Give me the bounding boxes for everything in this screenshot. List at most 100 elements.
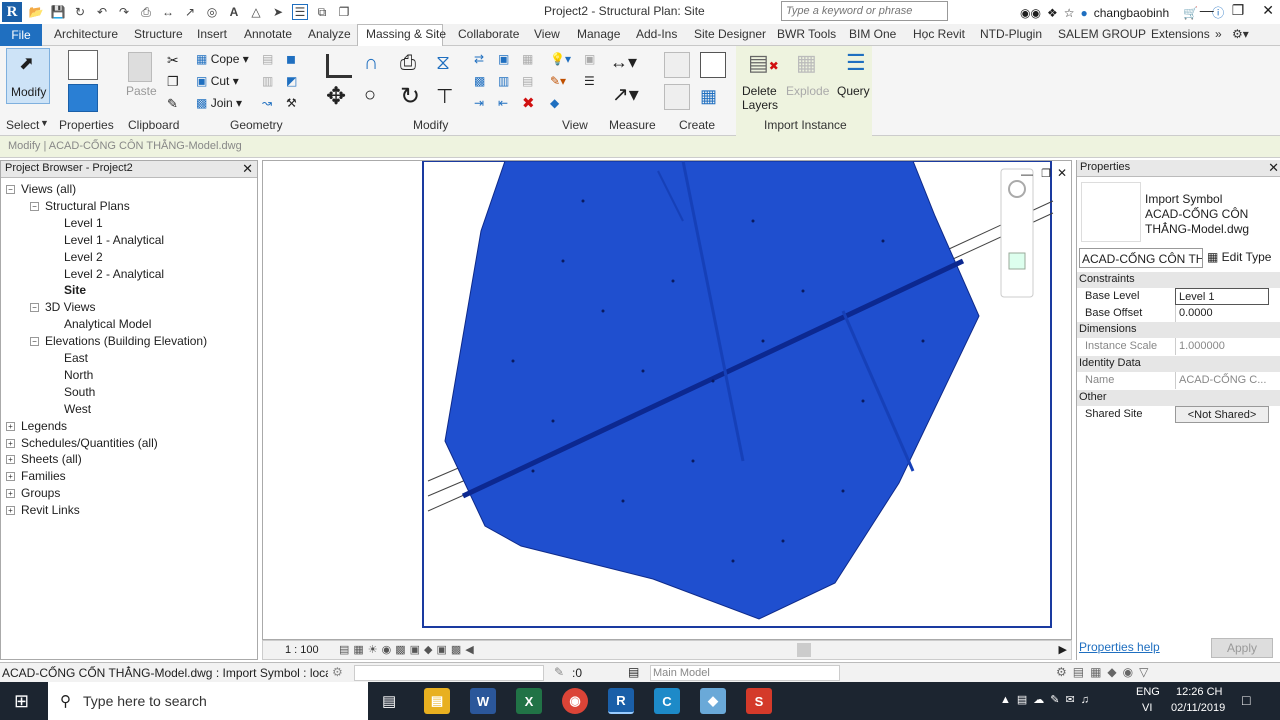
- language-indicator[interactable]: ENG: [1136, 686, 1160, 698]
- text-icon[interactable]: A: [226, 4, 242, 20]
- dimension-tool-icon[interactable]: ↗▾: [612, 82, 639, 107]
- tree-item[interactable]: Level 2 - Analytical: [64, 267, 164, 281]
- tab-extensions[interactable]: Extensions: [1151, 27, 1210, 41]
- topography-mesh[interactable]: [444, 161, 980, 620]
- split-icon[interactable]: ⇄: [474, 52, 484, 66]
- design-options-icon[interactable]: ▤: [628, 665, 639, 679]
- join-button[interactable]: ▩ Join ▾: [196, 96, 242, 110]
- edit-type-button[interactable]: ▦ Edit Type: [1207, 250, 1271, 264]
- tree-item[interactable]: West: [64, 402, 91, 416]
- cut-geometry-button[interactable]: ▣ Cut ▾: [196, 74, 239, 88]
- scale-icon[interactable]: ▩: [474, 74, 485, 88]
- excel-icon[interactable]: X: [516, 688, 542, 714]
- design-option-dropdown[interactable]: Main Model: [650, 665, 840, 681]
- properties-help-link[interactable]: Properties help: [1079, 640, 1160, 654]
- rotate-icon[interactable]: ↻: [400, 82, 420, 111]
- binoculars-icon[interactable]: ◉◉: [1020, 6, 1041, 20]
- override-icon[interactable]: ▣: [584, 52, 595, 66]
- view-scale[interactable]: 1 : 100: [285, 644, 319, 656]
- view-restore-icon[interactable]: ❐: [1041, 167, 1051, 180]
- type-properties-icon[interactable]: [68, 50, 98, 80]
- base-offset-field[interactable]: 0.0000: [1175, 305, 1269, 322]
- delete-icon[interactable]: ✖: [522, 94, 535, 112]
- file-explorer-icon[interactable]: ▤: [424, 688, 450, 714]
- measure-tool-icon[interactable]: ↔▾: [610, 52, 637, 73]
- type-selector[interactable]: ACAD-CỐNG CÔN TH: [1079, 248, 1203, 268]
- tag-icon[interactable]: ◎: [204, 4, 220, 20]
- tree-item[interactable]: Site: [64, 283, 86, 297]
- 3d-view-icon[interactable]: △: [248, 4, 264, 20]
- civil3d-icon[interactable]: C: [654, 688, 680, 714]
- query-icon[interactable]: ☰: [846, 50, 866, 76]
- thin-lines-icon[interactable]: ☰: [292, 4, 308, 20]
- tree-toggle-icon[interactable]: +: [6, 421, 15, 431]
- tab-massing-site[interactable]: Massing & Site: [366, 27, 446, 41]
- workset-icon[interactable]: ⚙: [332, 665, 343, 679]
- tree-toggle-icon[interactable]: −: [30, 303, 39, 313]
- move-icon[interactable]: ✥: [326, 82, 346, 111]
- tree-item[interactable]: Structural Plans: [45, 199, 130, 213]
- offset-icon[interactable]: ∩: [364, 52, 378, 75]
- tree-item[interactable]: Sheets (all): [21, 452, 82, 466]
- cope-button[interactable]: ▦ Cope ▾: [196, 52, 249, 66]
- view-minimize-icon[interactable]: —: [1021, 167, 1033, 181]
- paint-icon[interactable]: ◼: [286, 52, 296, 66]
- align-icon[interactable]: [326, 54, 352, 78]
- tab-annotate[interactable]: Annotate: [244, 27, 292, 41]
- zoom-icon[interactable]: [1008, 252, 1026, 270]
- tree-item[interactable]: Families: [21, 469, 66, 483]
- ime-indicator[interactable]: VI: [1142, 702, 1152, 714]
- taskbar-search[interactable]: ⚲ Type here to search: [48, 682, 368, 720]
- hammer-icon[interactable]: ⚒: [286, 96, 297, 110]
- search-input[interactable]: [781, 1, 948, 21]
- tab-site-designer[interactable]: Site Designer: [694, 27, 766, 41]
- filter-count-icon[interactable]: ✎: [554, 665, 564, 679]
- extend-icon[interactable]: ⇥: [474, 96, 484, 110]
- tab-analyze[interactable]: Analyze: [308, 27, 351, 41]
- close-browser-icon[interactable]: ✕: [242, 161, 253, 177]
- tab-bwr-tools[interactable]: BWR Tools: [777, 27, 836, 41]
- tab-structure[interactable]: Structure: [134, 27, 183, 41]
- linework-icon[interactable]: ✎▾: [550, 74, 566, 88]
- tab-manage[interactable]: Manage: [577, 27, 620, 41]
- paste-icon[interactable]: [128, 52, 152, 82]
- tree-item[interactable]: Elevations (Building Elevation): [45, 334, 207, 348]
- unpin-icon[interactable]: ▣: [498, 52, 509, 66]
- select-dropdown-icon[interactable]: ▼: [40, 118, 49, 128]
- tree-toggle-icon[interactable]: −: [30, 337, 39, 347]
- tree-item[interactable]: South: [64, 385, 95, 399]
- panel-select[interactable]: Select: [6, 118, 39, 132]
- section-identity[interactable]: Identity Data: [1077, 356, 1280, 372]
- mirror-axis-icon[interactable]: ⎙: [400, 52, 416, 75]
- view-controls-icons[interactable]: ▤▦☀◉▩▣◆▣▩◀: [339, 643, 478, 656]
- scroll-right-icon[interactable]: ▶: [1059, 643, 1067, 656]
- word-icon[interactable]: W: [470, 688, 496, 714]
- tree-item[interactable]: Revit Links: [21, 503, 80, 517]
- screencast-icon[interactable]: S: [746, 688, 772, 714]
- undo-icon[interactable]: ↶: [94, 4, 110, 20]
- section-other[interactable]: Other: [1077, 390, 1280, 406]
- create-assembly-icon[interactable]: [664, 52, 690, 78]
- tree-item[interactable]: North: [64, 368, 93, 382]
- drawing-canvas[interactable]: — ❐ ✕: [262, 160, 1072, 640]
- clock-time[interactable]: 12:26 CH: [1176, 686, 1222, 698]
- tree-item[interactable]: Views (all): [21, 182, 76, 196]
- sync-icon[interactable]: ↻: [72, 4, 88, 20]
- tree-item[interactable]: Level 1 - Analytical: [64, 233, 164, 247]
- section-dimensions[interactable]: Dimensions: [1077, 322, 1280, 338]
- user-icon[interactable]: ●: [1080, 6, 1087, 20]
- trim-multi-icon[interactable]: ⇤: [498, 96, 508, 110]
- view-tool-icon[interactable]: ◆: [550, 96, 559, 110]
- wall-joins-icon[interactable]: ▤: [262, 52, 273, 66]
- tree-item[interactable]: Level 1: [64, 216, 103, 230]
- match-type-icon[interactable]: ✎: [167, 96, 178, 112]
- properties-icon[interactable]: [68, 84, 98, 112]
- tab-ntd-plugin[interactable]: NTD-Plugin: [980, 27, 1042, 41]
- remove-paint-icon[interactable]: ◩: [286, 74, 297, 88]
- subscription-icon[interactable]: ❖: [1047, 6, 1058, 20]
- tree-item[interactable]: Legends: [21, 419, 67, 433]
- create-similar-icon[interactable]: ▦: [700, 86, 717, 107]
- tree-item[interactable]: Schedules/Quantities (all): [21, 436, 158, 450]
- tree-item[interactable]: Level 2: [64, 250, 103, 264]
- print-icon[interactable]: ⎙: [138, 4, 154, 20]
